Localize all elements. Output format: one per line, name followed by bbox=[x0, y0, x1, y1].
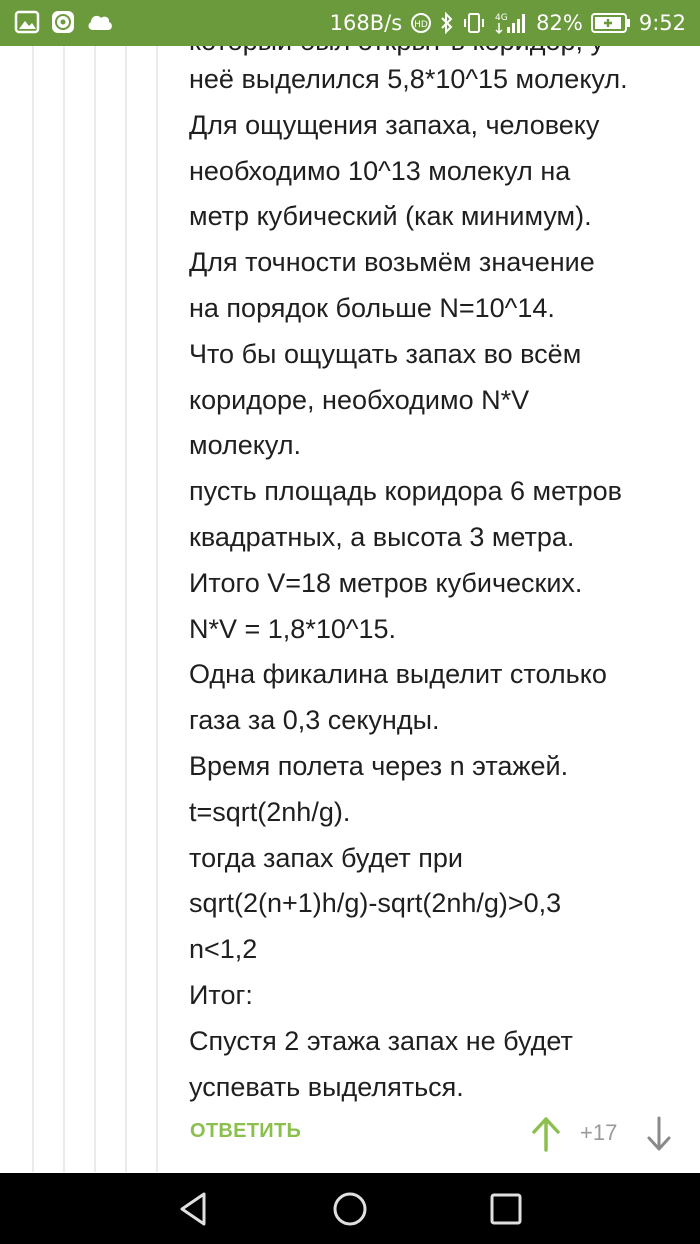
arrow-up-icon bbox=[532, 1117, 560, 1152]
home-button[interactable] bbox=[330, 1189, 370, 1229]
navigation-bar bbox=[0, 1173, 700, 1244]
thread-line bbox=[32, 46, 34, 1172]
upvote-button[interactable] bbox=[530, 1114, 562, 1154]
app-icon bbox=[50, 9, 76, 35]
comment-line: Спустя 2 этажа запах не будет bbox=[189, 1025, 573, 1056]
comment-line: sqrt(2(n+1)h/g)-sqrt(2nh/g)>0,3 bbox=[189, 888, 562, 919]
cloud-icon bbox=[86, 11, 114, 33]
comment-line: N*V = 1,8*10^15. bbox=[189, 613, 397, 644]
thread-line bbox=[63, 46, 65, 1172]
network-speed: 168B/s bbox=[329, 11, 403, 35]
comment-line: Итого V=18 метров кубических. bbox=[189, 567, 583, 598]
hd-icon: HD bbox=[410, 12, 432, 34]
comment-line: Для точности возьмём значение bbox=[189, 247, 595, 278]
comment-line: неё выделился 5,8*10^15 молекул. bbox=[189, 64, 628, 94]
comment-line: газа за 0,3 секунды. bbox=[189, 705, 440, 736]
comment-line: на порядок больше N=10^14. bbox=[189, 292, 555, 323]
comment-line: Что бы ощущать запах во всём bbox=[189, 338, 582, 369]
clock: 9:52 bbox=[638, 11, 686, 35]
reply-button[interactable]: ОТВЕТИТЬ bbox=[190, 1120, 301, 1143]
bluetooth-icon bbox=[440, 11, 454, 35]
comment-score: +17 bbox=[580, 1120, 618, 1145]
comment-line: пусть площадь коридора 6 метров bbox=[189, 476, 622, 507]
thread-line bbox=[125, 46, 127, 1172]
comment-line: успевать выделяться. bbox=[189, 1071, 464, 1102]
comment-line: необходимо 10^13 молекул на bbox=[189, 155, 571, 186]
comment-line: коридоре, необходимо N*V bbox=[189, 384, 530, 415]
comment-line: n<1,2 bbox=[189, 934, 258, 965]
comment-line: Итог: bbox=[189, 979, 253, 1010]
downvote-button[interactable] bbox=[645, 1114, 673, 1154]
network-type: 4G bbox=[495, 13, 508, 23]
battery-percent: 82% bbox=[536, 11, 583, 35]
svg-text:HD: HD bbox=[414, 20, 428, 30]
comment-line: тогда запах будет при bbox=[189, 842, 463, 873]
notification-icons bbox=[14, 9, 114, 35]
thread-line bbox=[94, 46, 96, 1172]
comment-partial-line: который был открыт в коридор, у bbox=[189, 46, 604, 56]
comment-line: метр кубический (как минимум). bbox=[189, 201, 592, 232]
comment-line: квадратных, а высота 3 метра. bbox=[189, 521, 575, 552]
comment-line: молекул. bbox=[189, 430, 302, 461]
home-icon bbox=[333, 1192, 367, 1226]
comment-line: t=sqrt(2nh/g). bbox=[189, 796, 351, 827]
status-bar: 168B/s HD 4G 82% 9:52 bbox=[0, 0, 700, 46]
back-icon bbox=[180, 1192, 206, 1226]
comment-line: Одна фикалина выделит столько bbox=[189, 659, 607, 690]
image-icon bbox=[14, 9, 40, 35]
recents-icon bbox=[490, 1193, 522, 1225]
battery-icon bbox=[590, 12, 631, 34]
arrow-down-icon bbox=[647, 1116, 671, 1151]
thread-line bbox=[156, 46, 158, 1172]
back-button[interactable] bbox=[173, 1189, 213, 1229]
status-indicators: 168B/s HD 4G 82% 9:52 bbox=[330, 0, 686, 46]
signal-icon: 4G bbox=[494, 11, 528, 35]
comment-line: Время полета через n этажей. bbox=[189, 750, 569, 781]
vibrate-icon bbox=[462, 11, 486, 35]
recents-button[interactable] bbox=[486, 1189, 526, 1229]
comment-body: неё выделился 5,8*10^15 молекул. Для ощу… bbox=[189, 57, 689, 1110]
comment-line: Для ощущения запаха, человеку bbox=[189, 109, 600, 140]
